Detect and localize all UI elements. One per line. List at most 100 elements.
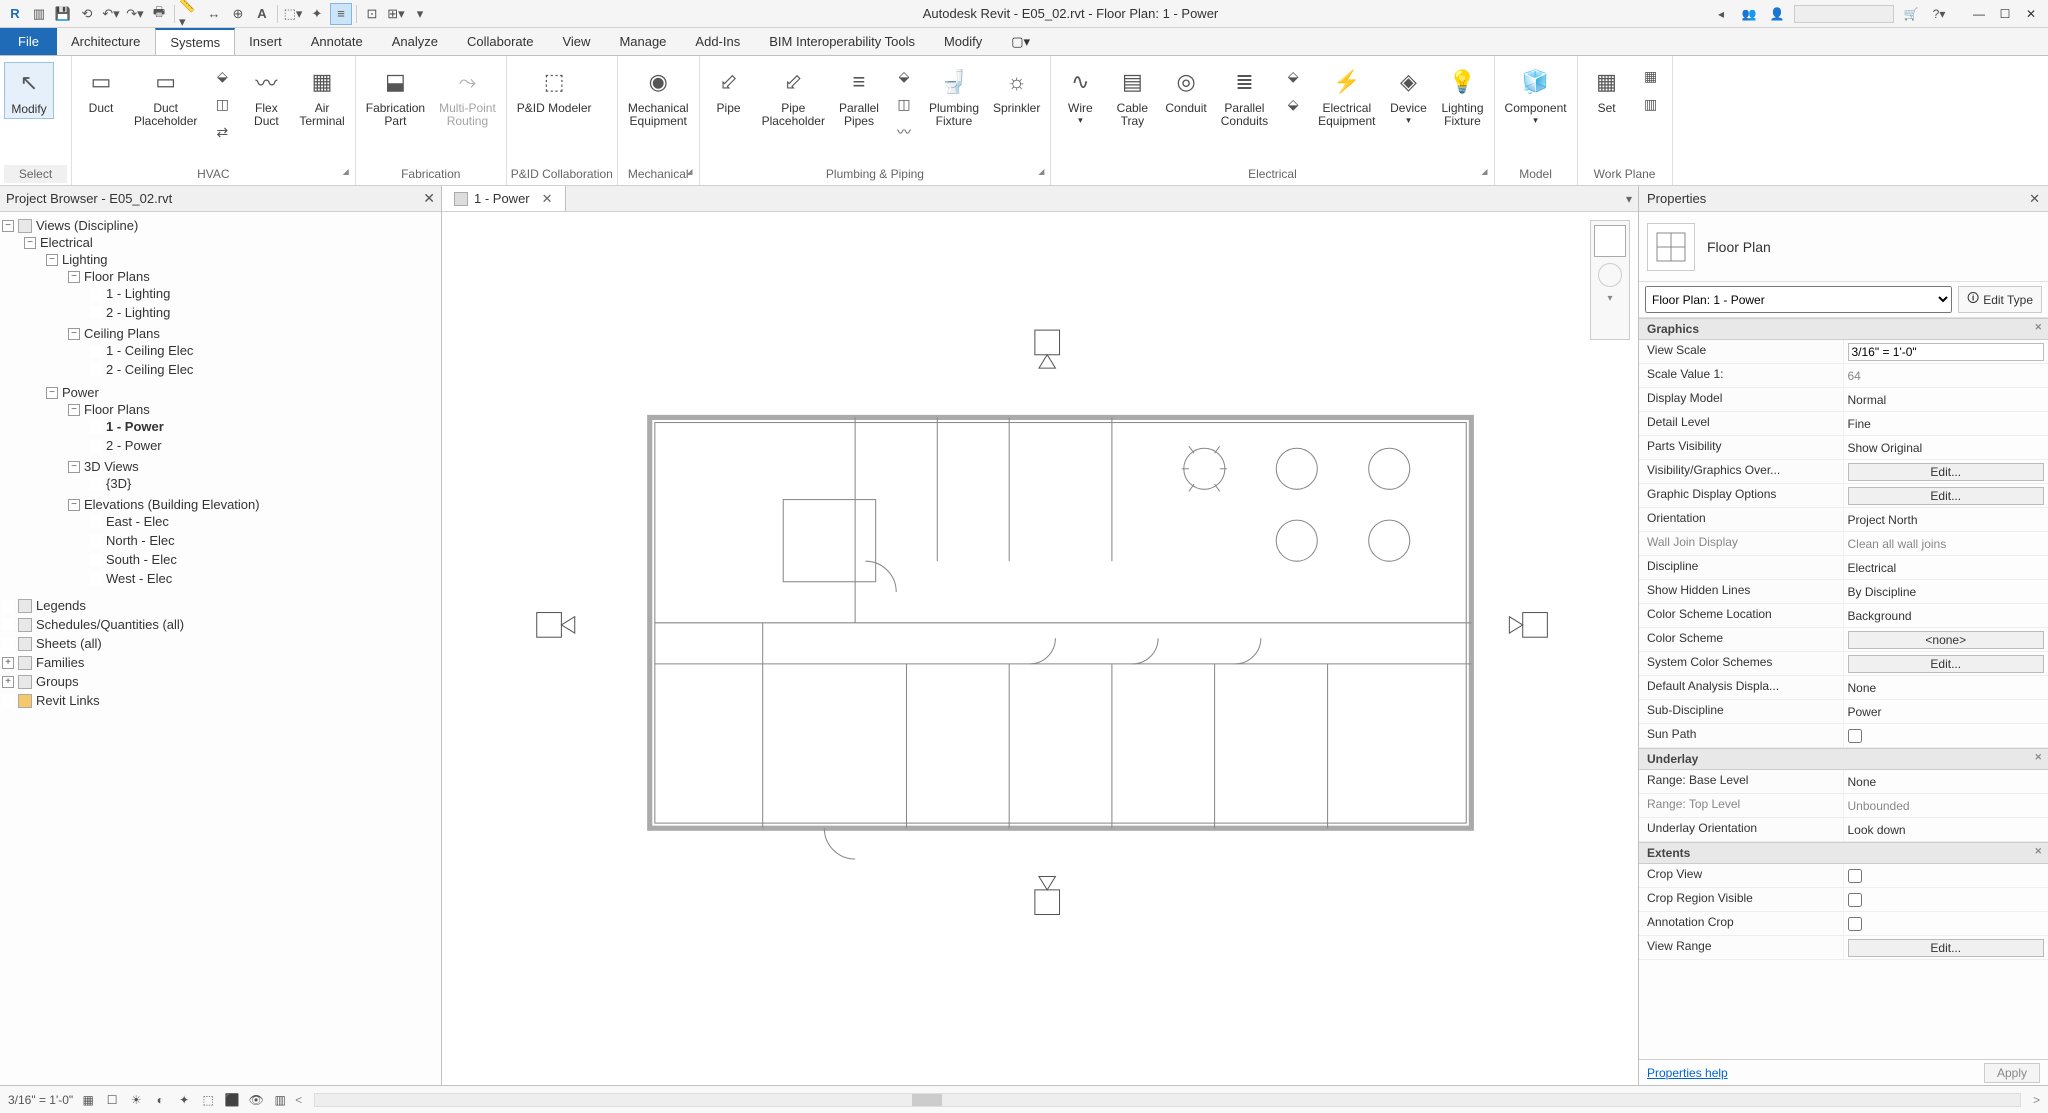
tree-3d[interactable]: {3D} — [106, 476, 131, 491]
prop-crop-region-checkbox[interactable] — [1848, 893, 1862, 907]
properties-type-selector[interactable]: Floor Plan — [1639, 212, 2048, 282]
user-icon[interactable]: 👤 — [1766, 3, 1788, 25]
prop-view-range-button[interactable]: Edit... — [1848, 939, 2045, 957]
properties-help-link[interactable]: Properties help — [1647, 1066, 1728, 1080]
tree-groups[interactable]: Groups — [36, 674, 79, 689]
prop-detail-level-value[interactable]: Fine — [1844, 412, 2048, 435]
thin-lines-icon[interactable]: ≡ — [330, 3, 352, 25]
convert-tool[interactable]: ⇄ — [207, 120, 237, 146]
wire-tool[interactable]: ∿Wire▾ — [1055, 62, 1105, 128]
tab-modify[interactable]: Modify — [930, 28, 997, 55]
flex-duct-tool[interactable]: 〰Flex Duct — [241, 62, 291, 130]
close-properties-button[interactable]: ✕ — [2029, 191, 2040, 207]
parallel-conduits-tool[interactable]: ≣Parallel Conduits — [1215, 62, 1274, 130]
tab-addins[interactable]: Add-Ins — [681, 28, 755, 55]
parallel-pipes-tool[interactable]: ≡Parallel Pipes — [833, 62, 885, 130]
switch-windows-icon[interactable]: ⊞▾ — [385, 3, 407, 25]
crop-region-icon[interactable]: ⬛ — [223, 1091, 241, 1109]
tree-schedules[interactable]: Schedules/Quantities (all) — [36, 617, 184, 632]
tab-manage[interactable]: Manage — [605, 28, 681, 55]
revit-logo-icon[interactable]: R — [4, 3, 26, 25]
hide-icon[interactable]: 👁 — [247, 1091, 265, 1109]
tab-analyze[interactable]: Analyze — [378, 28, 453, 55]
print-icon[interactable]: 🖶 — [148, 3, 170, 25]
back-icon[interactable]: ◂ — [1710, 3, 1732, 25]
tab-view[interactable]: View — [548, 28, 605, 55]
prop-show-hidden-value[interactable]: By Discipline — [1844, 580, 2048, 603]
prop-sun-path-checkbox[interactable] — [1848, 729, 1862, 743]
steering-wheel-icon[interactable] — [1598, 263, 1622, 287]
plumbing-fixture-tool[interactable]: 🚽Plumbing Fixture — [923, 62, 985, 130]
panel-fabrication[interactable]: Fabrication — [360, 165, 502, 183]
group-graphics[interactable]: Graphics — [1639, 318, 2048, 340]
tree-1-ceiling[interactable]: 1 - Ceiling Elec — [106, 343, 193, 358]
modify-tool[interactable]: ↖ Modify — [4, 62, 54, 119]
duct-placeholder-tool[interactable]: ▭Duct Placeholder — [128, 62, 203, 130]
user-dropdown[interactable] — [1794, 5, 1894, 23]
prop-sys-color-button[interactable]: Edit... — [1848, 655, 2045, 673]
project-browser-tree[interactable]: −Views (Discipline) −Electrical −Lightin… — [0, 212, 441, 1085]
tree-1-lighting[interactable]: 1 - Lighting — [106, 286, 170, 301]
tree-ceiling-plans[interactable]: Ceiling Plans — [84, 326, 160, 341]
text-icon[interactable]: A — [251, 3, 273, 25]
tree-elevations[interactable]: Elevations (Building Elevation) — [84, 497, 260, 512]
prop-gdo-button[interactable]: Edit... — [1848, 487, 2045, 505]
close-view-tab-button[interactable]: ✕ — [542, 191, 553, 207]
panel-hvac[interactable]: HVAC — [76, 165, 351, 183]
dimension-icon[interactable]: ⊕ — [227, 3, 249, 25]
tree-power[interactable]: Power — [62, 385, 99, 400]
instance-selector[interactable]: Floor Plan: 1 - Power — [1645, 286, 1952, 313]
sprinkler-tool[interactable]: ☼Sprinkler — [987, 62, 1046, 117]
cable-tray-tool[interactable]: ▤Cable Tray — [1107, 62, 1157, 130]
maximize-button[interactable]: ☐ — [1992, 3, 2018, 25]
properties-body[interactable]: Graphics View Scale Scale Value 1:64 Dis… — [1639, 318, 2048, 1059]
apply-button[interactable]: Apply — [1984, 1063, 2040, 1083]
tree-2-power[interactable]: 2 - Power — [106, 438, 162, 453]
view-tab-1-power[interactable]: 1 - Power ✕ — [442, 186, 566, 211]
fabrication-part-tool[interactable]: ⬓Fabrication Part — [360, 62, 431, 130]
show-workplane-tool[interactable]: ▦ — [1636, 64, 1666, 90]
prop-display-model-value[interactable]: Normal — [1844, 388, 2048, 411]
tree-north-elec[interactable]: North - Elec — [106, 533, 175, 548]
search-icon[interactable]: 👥 — [1738, 3, 1760, 25]
save-icon[interactable]: 💾 — [52, 3, 74, 25]
air-terminal-tool[interactable]: ▦Air Terminal — [293, 62, 350, 130]
tab-collaborate[interactable]: Collaborate — [453, 28, 549, 55]
open-icon[interactable]: ▥ — [28, 3, 50, 25]
prop-range-base-value[interactable]: None — [1844, 770, 2048, 793]
pipe-accessory-tool[interactable]: ◫ — [889, 92, 919, 118]
prop-sub-disc-value[interactable]: Power — [1844, 700, 2048, 723]
prop-color-scheme-button[interactable]: <none> — [1848, 631, 2045, 649]
close-browser-button[interactable]: ✕ — [423, 190, 435, 207]
mech-equipment-tool[interactable]: ◉Mechanical Equipment — [622, 62, 695, 130]
duct-tool[interactable]: ▭Duct — [76, 62, 126, 117]
prop-parts-vis-value[interactable]: Show Original — [1844, 436, 2048, 459]
close-inactive-icon[interactable]: ⊡ — [361, 3, 383, 25]
close-window-button[interactable]: ✕ — [2018, 3, 2044, 25]
group-underlay[interactable]: Underlay — [1639, 748, 2048, 770]
tree-legends[interactable]: Legends — [36, 598, 86, 613]
tree-west-elec[interactable]: West - Elec — [106, 571, 172, 586]
prop-underlay-orient-value[interactable]: Look down — [1844, 818, 2048, 841]
sync-icon[interactable]: ⟲ — [76, 3, 98, 25]
edit-type-button[interactable]: 🛈Edit Type — [1958, 286, 2042, 313]
qat-dropdown-icon[interactable]: ▾ — [409, 3, 431, 25]
align-icon[interactable]: ↔ — [203, 3, 225, 25]
view-cube-icon[interactable] — [1594, 225, 1626, 257]
tree-2-lighting[interactable]: 2 - Lighting — [106, 305, 170, 320]
conduit-fitting-tool[interactable]: ⬙ — [1278, 92, 1308, 118]
tree-sheets[interactable]: Sheets (all) — [36, 636, 102, 651]
redo-icon[interactable]: ↷▾ — [124, 3, 146, 25]
panel-workplane[interactable]: Work Plane — [1582, 165, 1668, 183]
panel-mechanical[interactable]: Mechanical — [622, 165, 695, 183]
panel-plumbing[interactable]: Plumbing & Piping — [704, 165, 1047, 183]
prop-view-scale-input[interactable] — [1848, 343, 2045, 361]
section-icon[interactable]: ✦ — [306, 3, 328, 25]
tab-architecture[interactable]: Architecture — [57, 28, 155, 55]
3d-icon[interactable]: ⬚▾ — [282, 3, 304, 25]
duct-accessory-tool[interactable]: ◫ — [207, 92, 237, 118]
tree-3d-views[interactable]: 3D Views — [84, 459, 139, 474]
component-tool[interactable]: 🧊Component▾ — [1499, 62, 1573, 128]
measure-icon[interactable]: 📏▾ — [179, 3, 201, 25]
tab-extra-icon[interactable]: ▢▾ — [997, 28, 1045, 55]
